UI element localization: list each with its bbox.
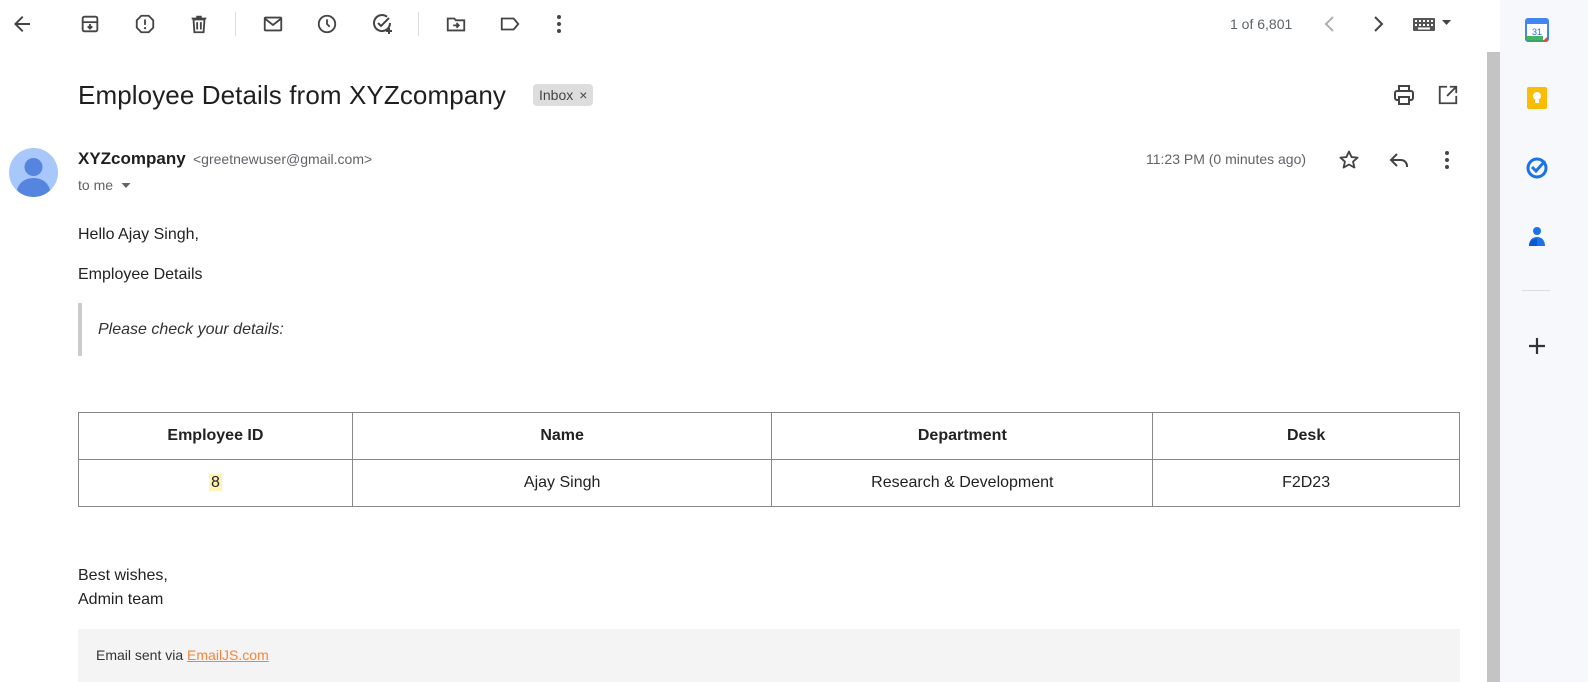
scrollbar[interactable]	[1487, 52, 1500, 682]
toolbar-divider	[418, 12, 419, 36]
labels-icon[interactable]	[498, 12, 522, 36]
column-header-desk: Desk	[1152, 412, 1460, 460]
message-more-icon[interactable]	[1435, 148, 1459, 172]
input-tools-keyboard-icon[interactable]	[1412, 12, 1456, 36]
sender-email: <greetnewuser@gmail.com>	[193, 151, 373, 167]
back-arrow-icon[interactable]	[10, 12, 34, 36]
employee-table: Employee ID Name Department Desk 8 Ajay …	[78, 412, 1460, 507]
pager-count: 1 of 6,801	[1230, 16, 1293, 32]
star-icon[interactable]	[1337, 148, 1361, 172]
details-heading: Employee Details	[78, 266, 203, 283]
snooze-icon[interactable]	[315, 12, 339, 36]
blockquote: Please check your details:	[78, 303, 378, 356]
mark-unread-icon[interactable]	[261, 12, 285, 36]
print-icon[interactable]	[1392, 83, 1416, 107]
to-me-label: to me	[78, 177, 114, 193]
email-subject: Employee Details from XYZcompany	[78, 80, 507, 110]
move-to-icon[interactable]	[444, 12, 468, 36]
newer-chevron-icon[interactable]	[1318, 12, 1342, 36]
add-addon-icon[interactable]	[1524, 333, 1550, 359]
reply-icon[interactable]	[1387, 148, 1411, 172]
emailjs-link[interactable]: EmailJS.com	[187, 647, 269, 663]
table-header-row: Employee ID Name Department Desk	[78, 412, 1460, 460]
inbox-label-chip: Inbox ×	[533, 84, 594, 106]
inbox-label-text: Inbox	[539, 87, 574, 103]
calendar-icon[interactable]: 31	[1524, 17, 1550, 43]
email-timestamp: 11:23 PM (0 minutes ago)	[1146, 151, 1307, 167]
employee-id-cell: 8	[78, 459, 353, 507]
toolbar-divider	[235, 12, 236, 36]
delete-icon[interactable]	[187, 12, 211, 36]
contacts-icon[interactable]	[1524, 223, 1550, 249]
highlighted-employee-id: 8	[208, 474, 222, 491]
signature-text: Admin team	[78, 591, 164, 608]
column-header-name: Name	[351, 412, 773, 460]
column-header-department: Department	[771, 412, 1154, 460]
department-cell: Research & Development	[771, 459, 1154, 507]
sender-name[interactable]: XYZcompany	[78, 149, 186, 169]
desk-cell: F2D23	[1152, 459, 1460, 507]
remove-label-icon[interactable]: ×	[579, 87, 587, 103]
tasks-icon[interactable]	[1524, 154, 1550, 180]
quote-text: Please check your details:	[98, 320, 284, 338]
email-footer: Email sent via EmailJS.com	[78, 629, 1460, 682]
add-to-tasks-icon[interactable]	[370, 12, 394, 36]
recipient-details-toggle[interactable]: to me	[78, 176, 135, 194]
employee-name-cell: Ajay Singh	[351, 459, 773, 507]
footer-prefix: Email sent via	[96, 647, 184, 663]
column-header-employee-id: Employee ID	[78, 412, 353, 460]
more-vert-icon[interactable]	[547, 12, 571, 36]
keep-icon[interactable]	[1524, 85, 1550, 111]
signoff-text: Best wishes,	[78, 567, 168, 584]
report-spam-icon[interactable]	[133, 12, 157, 36]
side-panel-divider	[1522, 290, 1550, 291]
older-chevron-icon[interactable]	[1366, 12, 1390, 36]
archive-icon[interactable]	[78, 12, 102, 36]
calendar-day-number: 31	[1532, 27, 1542, 37]
caret-down-icon	[117, 176, 135, 194]
greeting-text: Hello Ajay Singh,	[78, 226, 199, 243]
sender-avatar[interactable]	[9, 148, 58, 197]
table-row: 8 Ajay Singh Research & Development F2D2…	[78, 459, 1460, 507]
open-in-new-window-icon[interactable]	[1436, 83, 1460, 107]
